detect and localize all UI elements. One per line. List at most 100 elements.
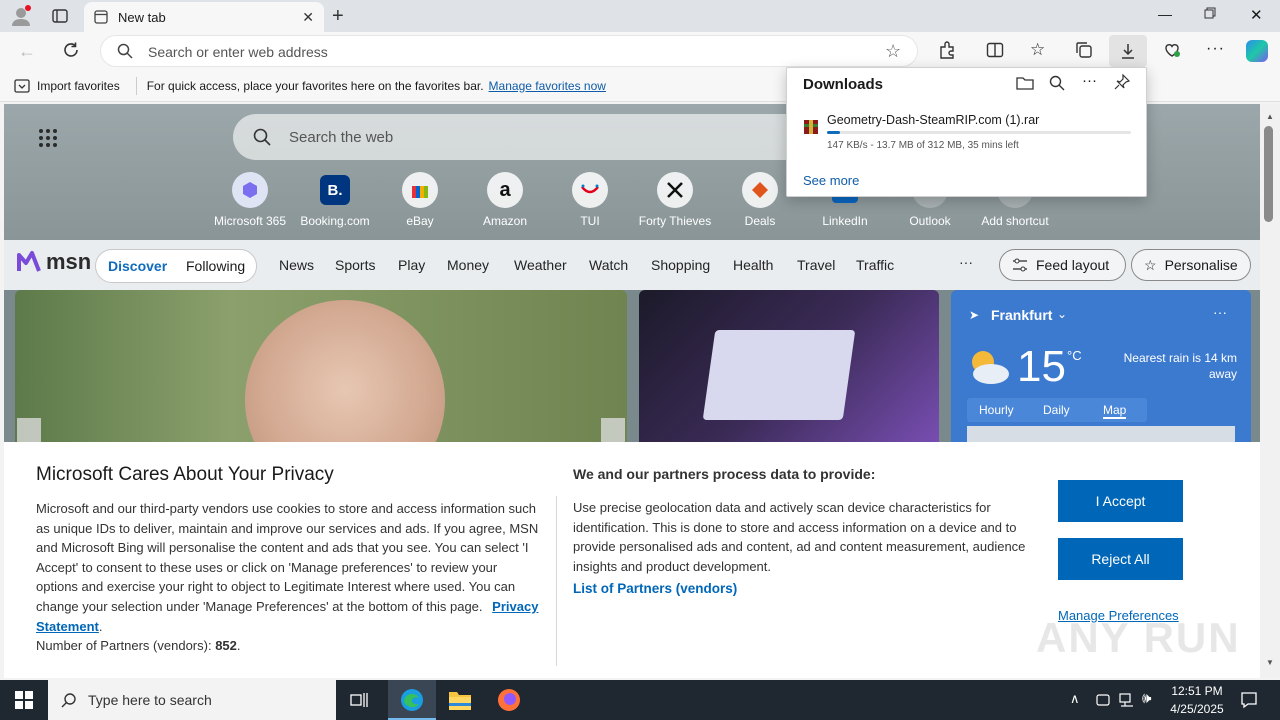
feed-layout-button[interactable]: Feed layout [999, 249, 1126, 281]
downloads-more-icon[interactable]: ··· [1082, 72, 1097, 89]
msn-logo[interactable]: msn [16, 249, 91, 275]
collections-icon[interactable] [1075, 41, 1093, 59]
manage-favorites-link[interactable]: Manage favorites now [489, 79, 606, 93]
personalise-button[interactable]: ☆ Personalise [1131, 249, 1251, 281]
shortcut-forty-thieves[interactable]: Forty Thieves [635, 172, 715, 228]
browser-essentials-icon[interactable] [1163, 41, 1181, 59]
favorites-icon[interactable]: ☆ [1030, 40, 1045, 60]
taskbar-date[interactable]: 4/25/2025 [1164, 702, 1230, 716]
processing-title: We and our partners process data to prov… [573, 466, 876, 482]
nav-play[interactable]: Play [398, 257, 425, 273]
download-file-name[interactable]: Geometry-Dash-SteamRIP.com (1).rar [827, 113, 1039, 127]
taskbar-time[interactable]: 12:51 PM [1168, 684, 1226, 698]
nav-sports[interactable]: Sports [335, 257, 375, 273]
apps-launcher-icon[interactable] [38, 128, 58, 148]
copilot-icon[interactable] [1246, 40, 1268, 62]
nav-travel[interactable]: Travel [797, 257, 835, 273]
download-progress-fill [827, 131, 841, 134]
laptop-screen-image [702, 330, 856, 420]
weather-city[interactable]: Frankfurt [991, 307, 1052, 323]
back-button[interactable]: ← [18, 41, 36, 62]
open-folder-icon[interactable] [1016, 75, 1034, 91]
page-scrollbar[interactable]: ▲ ▼ [1260, 104, 1280, 678]
scrollbar-thumb[interactable] [1264, 126, 1273, 222]
nav-traffic[interactable]: Traffic [856, 257, 894, 273]
discover-toggle[interactable]: Discover [108, 258, 167, 274]
nav-weather[interactable]: Weather [514, 257, 567, 273]
file-explorer-icon[interactable] [448, 689, 472, 711]
downloads-button[interactable] [1109, 35, 1147, 67]
tab-actions-icon[interactable] [52, 8, 68, 24]
nav-health[interactable]: Health [733, 257, 773, 273]
network-defender-icon[interactable] [1096, 692, 1110, 708]
watermark-logo: ANY RUN [1036, 614, 1241, 661]
feed-toggle: Discover Following [95, 249, 257, 283]
newtab-icon [94, 10, 108, 24]
shortcut-booking[interactable]: B. Booking.com [295, 172, 375, 228]
restore-button[interactable] [1204, 7, 1216, 19]
banner-divider [556, 496, 557, 666]
shortcut-ebay[interactable]: eBay [380, 172, 460, 228]
tab-map[interactable]: Map [1103, 403, 1127, 419]
tag-icon [742, 172, 778, 208]
tab-daily[interactable]: Daily [1043, 403, 1070, 417]
close-tab-icon[interactable]: ✕ [302, 9, 314, 26]
nav-more-icon[interactable]: ··· [959, 254, 973, 270]
nav-money[interactable]: Money [447, 257, 489, 273]
close-window-button[interactable]: ✕ [1250, 6, 1263, 24]
settings-more-icon[interactable]: ··· [1206, 40, 1225, 58]
profile-icon[interactable] [10, 5, 32, 27]
web-search-placeholder: Search the web [289, 129, 394, 146]
edge-taskbar-button[interactable] [388, 680, 436, 720]
weather-more-icon[interactable]: ··· [1213, 304, 1227, 320]
microsoft365-icon [232, 172, 268, 208]
nav-watch[interactable]: Watch [589, 257, 628, 273]
firefox-icon[interactable] [497, 688, 521, 712]
reject-all-button[interactable]: Reject All [1058, 538, 1183, 580]
notifications-icon[interactable] [1240, 691, 1258, 709]
search-icon [253, 128, 271, 146]
tab-strip: New tab ✕ + — ✕ [0, 0, 1280, 32]
pin-icon[interactable] [1114, 74, 1130, 90]
nav-shopping[interactable]: Shopping [651, 257, 710, 273]
nav-news[interactable]: News [279, 257, 314, 273]
network-icon[interactable] [1119, 692, 1135, 708]
partners-list-link[interactable]: List of Partners (vendors) [573, 581, 737, 596]
weather-card[interactable]: ➤ Frankfurt ⌄ ··· 15 °C Nearest rain is … [951, 290, 1251, 450]
refresh-button[interactable] [62, 41, 80, 59]
import-favorites-button[interactable]: Import favorites [14, 79, 120, 93]
split-screen-icon[interactable] [986, 41, 1004, 59]
scroll-down-icon[interactable]: ▼ [1266, 658, 1274, 667]
extensions-icon[interactable] [938, 41, 956, 59]
tab-hourly[interactable]: Hourly [979, 403, 1014, 417]
windows-start-icon[interactable] [15, 691, 33, 709]
minimize-button[interactable]: — [1158, 6, 1172, 22]
news-card-secondary[interactable] [639, 290, 939, 450]
taskbar-search-box[interactable]: Type here to search [48, 680, 336, 720]
address-placeholder: Search or enter web address [148, 44, 328, 60]
search-downloads-icon[interactable] [1049, 75, 1065, 91]
city-chevron-icon[interactable]: ⌄ [1057, 307, 1067, 321]
tab-new-tab[interactable]: New tab ✕ [84, 2, 324, 32]
privacy-title: Microsoft Cares About Your Privacy [36, 464, 334, 485]
shortcut-amazon[interactable]: a Amazon [465, 172, 545, 228]
privacy-consent-banner: Microsoft Cares About Your Privacy Micro… [4, 442, 1260, 678]
shortcut-microsoft-365[interactable]: Microsoft 365 [210, 172, 290, 228]
accept-button[interactable]: I Accept [1058, 480, 1183, 522]
scroll-up-icon[interactable]: ▲ [1266, 112, 1274, 121]
address-bar[interactable]: Search or enter web address ☆ [100, 35, 918, 67]
task-view-icon[interactable] [350, 691, 368, 709]
news-card-main[interactable] [15, 290, 627, 450]
favorite-star-icon[interactable]: ☆ [885, 41, 901, 62]
show-hidden-icons-icon[interactable]: ∧ [1070, 691, 1080, 707]
volume-icon[interactable]: 🕪 [1142, 690, 1151, 707]
amazon-icon: a [487, 172, 523, 208]
see-more-link[interactable]: See more [803, 173, 859, 188]
feed-layout-label: Feed layout [1036, 257, 1110, 273]
new-tab-button[interactable]: + [332, 5, 344, 28]
location-arrow-icon: ➤ [969, 308, 980, 322]
download-progress-track [827, 131, 1131, 134]
shortcut-tui[interactable]: TUI [550, 172, 630, 228]
download-item[interactable]: Geometry-Dash-SteamRIP.com (1).rar 147 K… [787, 106, 1146, 158]
following-toggle[interactable]: Following [186, 258, 245, 274]
